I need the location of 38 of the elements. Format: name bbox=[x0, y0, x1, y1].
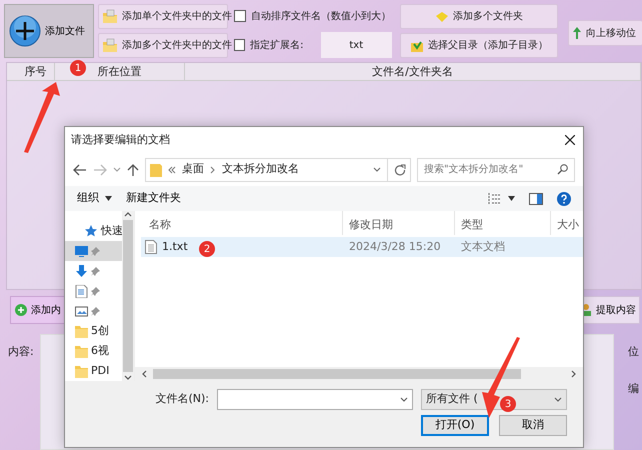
file-type: 文本文档 bbox=[460, 238, 505, 255]
field-label: 文件名(N): bbox=[155, 391, 209, 408]
nav-item[interactable]: 5创 bbox=[65, 321, 122, 341]
option-label: 自动排序文件名（数值小到大） bbox=[251, 10, 391, 24]
nav-item[interactable]: 6视 bbox=[65, 341, 122, 361]
column-header: 序号 bbox=[17, 63, 55, 80]
column-header[interactable]: 修改日期 bbox=[343, 211, 455, 235]
cancel-button[interactable]: 取消 bbox=[499, 415, 567, 436]
breadcrumb-item[interactable]: 文本拆分加改名 bbox=[222, 161, 299, 178]
breadcrumb-item[interactable]: 桌面 bbox=[182, 161, 204, 178]
nav-label[interactable]: 5创 bbox=[91, 322, 109, 340]
move-up-button[interactable]: 向上移动位 bbox=[568, 20, 642, 46]
field-label: 位 bbox=[628, 344, 640, 360]
file-date: 2024/3/28 15:20 bbox=[348, 238, 442, 255]
open-button[interactable]: 打开(O) bbox=[421, 415, 489, 436]
section-label: 快速 bbox=[101, 222, 122, 239]
file-name: 1.txt bbox=[162, 238, 188, 255]
field-label: 编 bbox=[628, 380, 640, 396]
content-label: 内容: bbox=[8, 344, 34, 360]
step-number: 1 bbox=[70, 60, 86, 76]
command-button[interactable]: 新建文件夹 bbox=[126, 190, 181, 207]
folder-button[interactable]: 添加多个文件夹 bbox=[400, 4, 558, 29]
column-header[interactable]: 类型 bbox=[455, 211, 551, 235]
nav-label[interactable]: PDI bbox=[91, 362, 110, 380]
add-file-button[interactable]: 添加文件 bbox=[4, 4, 94, 58]
nav-label[interactable]: 6视 bbox=[91, 342, 109, 360]
column-header[interactable]: 大小 bbox=[551, 211, 583, 235]
option-label: 指定扩展名: bbox=[250, 38, 304, 52]
column-header: 文件名/文件夹名 bbox=[185, 63, 641, 80]
dialog-title: 请选择要编辑的文档 bbox=[71, 132, 170, 148]
extension-field[interactable]: txt bbox=[320, 32, 392, 58]
address-bar[interactable]: 桌面 文本拆分加改名 bbox=[145, 158, 411, 182]
search-field[interactable]: 搜索"文本拆分加改名" bbox=[417, 158, 575, 182]
nav-item[interactable]: PDI bbox=[65, 361, 122, 381]
search-placeholder: 搜索"文本拆分加改名" bbox=[424, 162, 524, 177]
command-button[interactable]: 组织 bbox=[77, 190, 112, 207]
folder-button[interactable]: 选择父目录（添加子目录） bbox=[400, 33, 558, 58]
column-header[interactable]: 名称 bbox=[135, 211, 343, 235]
